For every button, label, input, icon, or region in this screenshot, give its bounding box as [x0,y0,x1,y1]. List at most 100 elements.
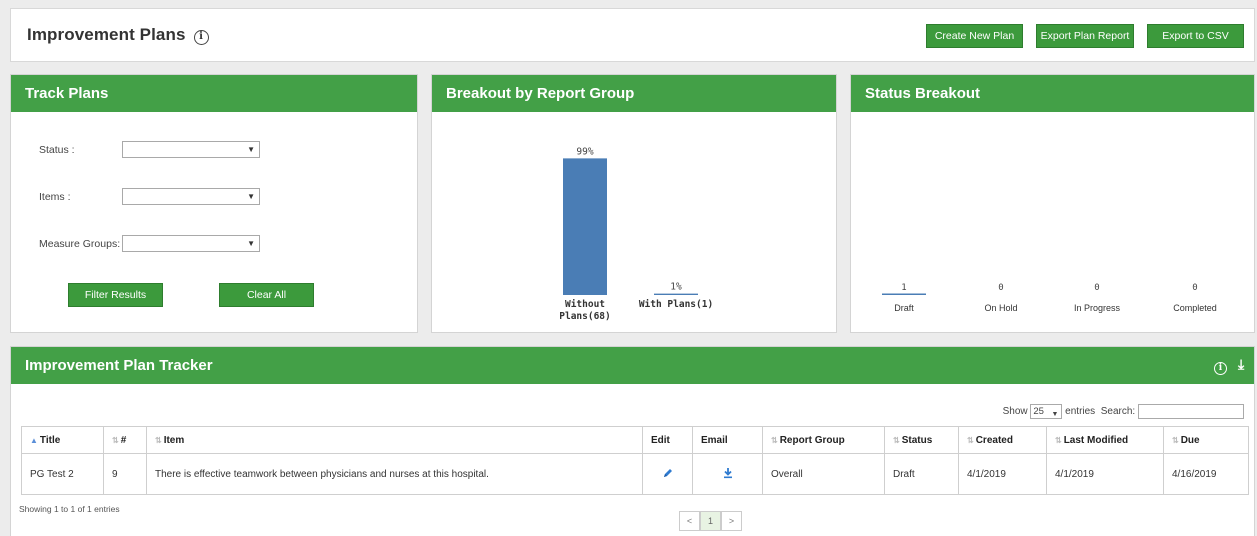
data-label-1: 0 [998,283,1003,293]
col-report-group[interactable]: ⇅ Report Group [762,426,885,454]
export-to-csv-button[interactable]: Export to CSV [1147,24,1244,48]
info-icon[interactable]: i [193,30,209,45]
category-label-0: Draft [894,303,914,313]
bar-0 [882,293,926,295]
items-select[interactable]: ▼ [122,188,260,205]
col-number[interactable]: ⇅ # [103,426,147,454]
data-label-1: 1% [670,282,682,293]
data-label-0: 99% [576,146,593,157]
status-breakout-title: Status Breakout [851,75,1254,112]
plan-table: ▲ Title ⇅ # ⇅ Item Edit Email ⇅ Report Group… [21,426,1249,495]
report-group-chart: 99% WithoutPlans(68) 1% With Plans(1) [559,146,713,322]
caret-down-icon: ▼ [247,192,255,201]
category-label-1-0: With Plans(1) [639,299,713,310]
entries-label: entries [1065,406,1096,418]
data-label-2: 0 [1094,283,1099,293]
col-email: Email [692,426,763,454]
col-number-label: # [120,434,127,446]
col-item[interactable]: ⇅ Item [146,426,643,454]
col-created[interactable]: ⇅ Created [958,426,1047,454]
sort-icon: ⇅ [771,435,778,445]
tracker-title: Improvement Plan Tracker [11,347,1254,384]
measure-groups-filter-label: Measure Groups: [39,238,121,250]
items-filter-label: Items : [39,191,71,203]
download-icon[interactable] [722,467,734,479]
sort-icon: ⇅ [112,435,119,445]
showing-entries-text: Showing 1 to 1 of 1 entries [19,504,120,514]
sort-icon: ⇅ [1172,435,1179,445]
bar-0 [563,158,607,295]
app: Improvement Plans i Create New Plan Expor… [0,0,1257,536]
status-breakout-chart: 1 Draft 0 On Hold 0 In Progress 0 Completed [882,283,1217,313]
col-report-group-label: Report Group [779,434,845,446]
create-new-plan-button[interactable]: Create New Plan [926,24,1023,48]
status-filter-label: Status : [39,144,75,156]
table-row: PG Test 2 9 There is effective teamwork … [21,453,1249,495]
col-due-label: Due [1180,434,1200,446]
track-plans-panel: Track Plans Status : ▼ Items : ▼ Measure… [10,74,418,333]
status-select[interactable]: ▼ [122,141,260,158]
report-group-panel: Breakout by Report Group 99% Without Plans… [431,74,837,333]
col-due[interactable]: ⇅ Due [1163,426,1249,454]
show-label: Show [1002,406,1028,418]
pagination: < 1 > [679,511,742,531]
cell-email [692,453,763,495]
report-group-title: Breakout by Report Group [432,75,836,112]
export-plan-report-button[interactable]: Export Plan Report [1036,24,1134,48]
col-last-modified-label: Last Modified [1063,434,1129,446]
pencil-icon[interactable] [662,467,674,479]
col-title[interactable]: ▲ Title [21,426,104,454]
tracker-title-text: Improvement Plan Tracker [25,357,213,374]
col-title-label: Title [39,434,61,446]
clear-all-button[interactable]: Clear All [219,283,314,307]
prev-page-button[interactable]: < [679,511,700,531]
cell-status: Draft [884,453,959,495]
col-status-label: Status [901,434,933,446]
entries-select[interactable]: 25 ▼ [1030,404,1063,419]
page-button[interactable]: 1 [700,511,721,531]
search-input[interactable] [1138,404,1244,419]
entries-value: 25 [1033,406,1044,417]
tracker-panel: Improvement Plan Tracker i ⤓ Show 25 ▼ e… [10,346,1255,536]
table-controls: Show 25 ▼ entries Search: [1003,404,1244,419]
sort-icon: ⇅ [155,435,162,445]
filter-results-button[interactable]: Filter Results [68,283,163,307]
caret-down-icon: ▼ [247,145,255,154]
caret-down-icon: ▼ [247,239,255,248]
data-label-0: 1 [901,283,906,293]
cell-created: 4/1/2019 [958,453,1047,495]
col-created-label: Created [975,434,1013,446]
cell-due: 4/16/2019 [1163,453,1249,495]
cell-number: 9 [103,453,147,495]
status-breakout-panel: Status Breakout 1 Draft 0 On Hold 0 In Progre… [850,74,1255,333]
category-label-0-1: Plans(68) [559,311,610,322]
sort-icon: ⇅ [893,435,900,445]
page-title: Improvement Plans i [27,25,209,45]
col-edit-label: Edit [651,434,670,446]
sort-icon: ⇅ [967,435,974,445]
cell-edit [642,453,693,495]
cell-item: There is effective teamwork between phys… [146,453,643,495]
search-label: Search: [1100,406,1136,418]
col-last-modified[interactable]: ⇅ Last Modified [1046,426,1164,454]
sort-asc-icon: ▲ [30,435,38,445]
next-page-button[interactable]: > [721,511,742,531]
header-bar: Improvement Plans i Create New Plan Expor… [10,8,1255,62]
track-plans-title: Track Plans [11,75,417,112]
download-icon[interactable]: ⤓ [1238,356,1244,373]
col-edit: Edit [642,426,693,454]
col-status[interactable]: ⇅ Status [884,426,959,454]
bar-1 [654,293,698,295]
cell-report-group: Overall [762,453,885,495]
caret-down-icon: ▼ [1051,411,1059,418]
sort-icon: ⇅ [1055,435,1062,445]
info-icon[interactable]: i [1214,358,1227,375]
category-label-3: Completed [1173,303,1217,313]
col-email-label: Email [701,434,728,446]
measure-groups-select[interactable]: ▼ [122,235,260,252]
category-label-2: In Progress [1074,303,1121,313]
category-label-0-0: Without [565,299,605,310]
cell-last-modified: 4/1/2019 [1046,453,1164,495]
page-title-text: Improvement Plans [27,25,186,44]
col-item-label: Item [163,434,185,446]
